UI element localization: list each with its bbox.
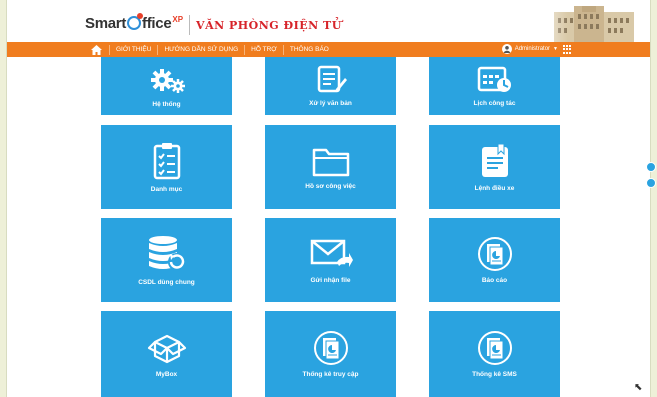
page-right-margin xyxy=(651,0,657,397)
document-edit-icon xyxy=(314,65,348,95)
logo-xp: XP xyxy=(172,15,184,24)
main-navbar: GIỚI THIỆU HƯỚNG DẪN SỬ DỤNG HỖ TRỢ THÔN… xyxy=(7,42,650,57)
tile-gui-nhan-file[interactable]: Gửi nhận file xyxy=(265,218,396,302)
tile-he-thong[interactable]: Hệ thống xyxy=(101,57,232,115)
tile-label: CSDL dùng chung xyxy=(138,279,195,286)
user-name: Administrator xyxy=(514,46,551,52)
tile-bao-cao[interactable]: Báo cáo xyxy=(429,218,560,302)
tile-label: Lệnh điều xe xyxy=(474,185,515,192)
building-banner-image xyxy=(524,6,634,42)
chat-support-icon[interactable] xyxy=(646,178,656,188)
clipboard-note-icon xyxy=(478,142,512,180)
nav-item-ho-tro[interactable]: HỖ TRỢ xyxy=(244,44,283,55)
apps-grid-icon[interactable] xyxy=(563,45,572,54)
tile-label: Gửi nhận file xyxy=(310,277,351,284)
tile-label: Lịch công tác xyxy=(473,100,516,107)
logo-subtitle: VĂN PHÒNG ĐIỆN TỬ xyxy=(196,19,342,32)
phone-support-icon[interactable] xyxy=(646,162,656,172)
tile-label: MyBox xyxy=(155,371,178,378)
chevron-down-icon: ▼ xyxy=(553,46,558,52)
checklist-icon xyxy=(152,141,182,181)
tile-label: Hồ sơ công việc xyxy=(305,183,356,190)
calendar-clock-icon xyxy=(475,65,515,95)
tile-thong-ke-truy-cap[interactable]: Thống kê truy cập xyxy=(265,311,396,397)
tile-xu-ly-van-ban[interactable]: Xử lý văn bản xyxy=(265,57,396,115)
tile-label: Thống kê truy cập xyxy=(302,371,359,378)
tile-thong-ke-sms[interactable]: Thống kê SMS xyxy=(429,311,560,397)
stats-access-icon xyxy=(313,330,349,366)
folder-icon xyxy=(311,144,351,178)
cursor-icon: ⬉ xyxy=(634,382,643,393)
logo-text: Smart ffice xyxy=(85,13,172,32)
user-avatar-icon xyxy=(501,44,512,54)
gears-icon xyxy=(147,64,187,96)
tile-lenh-dieu-xe[interactable]: Lệnh điều xe xyxy=(429,125,560,209)
tile-label: Danh mục xyxy=(150,186,183,193)
tile-label: Thống kê SMS xyxy=(472,371,517,378)
database-refresh-icon xyxy=(145,234,189,274)
tile-label: Xử lý văn bản xyxy=(309,100,352,107)
stats-sms-icon xyxy=(477,330,513,366)
report-icon xyxy=(477,236,513,272)
home-icon[interactable] xyxy=(89,43,103,56)
logo-divider xyxy=(189,15,191,35)
box-icon xyxy=(147,330,187,366)
tile-ho-so-cong-viec[interactable]: Hồ sơ công việc xyxy=(265,125,396,209)
tile-label: Hệ thống xyxy=(152,101,181,108)
tile-lich-cong-tac[interactable]: Lịch công tác xyxy=(429,57,560,115)
browser-page: Smart ffice XP VĂN PHÒNG ĐIỆN TỬ GIỚI TH… xyxy=(6,0,651,397)
mail-send-icon xyxy=(309,236,353,272)
user-menu[interactable]: Administrator ▼ xyxy=(501,44,558,54)
nav-item-gioi-thieu[interactable]: GIỚI THIỆU xyxy=(109,44,157,55)
nav-item-thong-bao[interactable]: THÔNG BÁO xyxy=(282,44,335,55)
module-grid: Hệ thống Xử lý văn bản Lịch công tác Dan… xyxy=(7,57,650,397)
nav-item-huong-dan[interactable]: HƯỚNG DẪN SỬ DỤNG xyxy=(157,44,244,55)
tile-mybox[interactable]: MyBox xyxy=(101,311,232,397)
tile-label: Báo cáo xyxy=(481,277,508,284)
tile-csdl-dung-chung[interactable]: CSDL dùng chung xyxy=(101,218,232,302)
site-header: Smart ffice XP VĂN PHÒNG ĐIỆN TỬ xyxy=(7,0,650,42)
logo-o-mark xyxy=(127,13,144,30)
tile-danh-muc[interactable]: Danh mục xyxy=(101,125,232,209)
app-logo[interactable]: Smart ffice XP VĂN PHÒNG ĐIỆN TỬ xyxy=(85,13,342,35)
